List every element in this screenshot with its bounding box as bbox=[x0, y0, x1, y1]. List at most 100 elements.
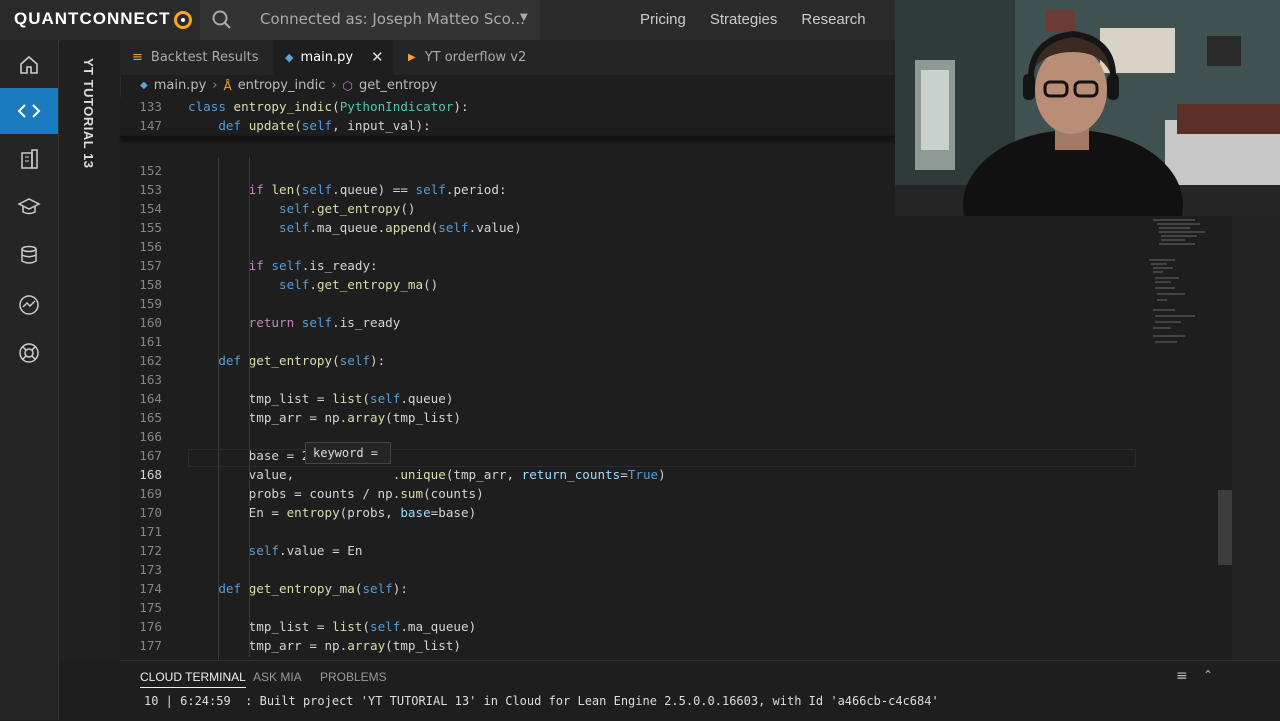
chevron-down-icon: ▼ bbox=[520, 12, 528, 23]
code-line[interactable]: tmp_list = list(self.ma_queue) bbox=[188, 619, 477, 634]
line-number: 163 bbox=[139, 371, 162, 387]
chevron-right-icon: › bbox=[212, 78, 218, 93]
line-number: 164 bbox=[139, 390, 162, 406]
line-number: 152 bbox=[139, 162, 162, 178]
project-name[interactable]: YT TUTORIAL 13 bbox=[81, 58, 96, 169]
minimap[interactable] bbox=[1145, 216, 1220, 356]
tab-label: main.py bbox=[300, 50, 354, 65]
code-line[interactable]: tmp_arr = np.array(tmp_list) bbox=[188, 638, 461, 653]
graduation-cap-icon bbox=[17, 198, 41, 215]
line-number: 162 bbox=[139, 352, 162, 368]
editor-tabs: ≡ Backtest Results ◆ main.py ✕ ▶ YT orde… bbox=[120, 40, 895, 75]
line-number: 155 bbox=[139, 219, 162, 235]
code-line[interactable]: return self.is_ready bbox=[188, 315, 401, 330]
line-number: 171 bbox=[139, 523, 162, 539]
tab-main-py[interactable]: ◆ main.py ✕ bbox=[273, 40, 393, 75]
close-icon[interactable]: ✕ bbox=[371, 48, 384, 66]
parameter-hint-tooltip: keyword = bbox=[305, 442, 391, 464]
line-number: 170 bbox=[139, 504, 162, 520]
search-button[interactable] bbox=[200, 0, 244, 40]
code-line[interactable]: if self.is_ready: bbox=[188, 258, 378, 273]
code-line[interactable]: self.get_entropy() bbox=[188, 201, 416, 216]
tab-problems[interactable]: PROBLEMS bbox=[320, 670, 387, 684]
line-number: 156 bbox=[139, 238, 162, 254]
indent-guide bbox=[218, 157, 219, 660]
tab-ask-mia[interactable]: ASK MIA bbox=[253, 670, 302, 684]
line-number: 168 bbox=[139, 466, 162, 482]
line-number: 166 bbox=[139, 428, 162, 444]
line-number: 161 bbox=[139, 333, 162, 349]
rail-building-button[interactable] bbox=[0, 136, 58, 182]
chart-circle-icon bbox=[19, 295, 39, 315]
minimap-preview bbox=[1149, 219, 1205, 343]
line-number: 176 bbox=[139, 618, 162, 634]
list-icon: ≡ bbox=[132, 50, 143, 65]
nav-pricing[interactable]: Pricing bbox=[640, 11, 686, 28]
python-icon: ◆ bbox=[140, 80, 148, 91]
code-brackets-icon bbox=[17, 104, 41, 118]
top-nav: Pricing Strategies Research bbox=[640, 11, 866, 28]
vertical-scrollbar[interactable] bbox=[1218, 216, 1232, 660]
tab-yt-orderflow[interactable]: ▶ YT orderflow v2 bbox=[396, 40, 536, 75]
webcam-overlay bbox=[895, 0, 1280, 216]
account-dropdown[interactable]: Connected as: Joseph Matteo Sco... ▼ bbox=[244, 0, 540, 40]
line-number: 177 bbox=[139, 638, 162, 653]
line-number: 153 bbox=[139, 181, 162, 197]
sticky-scroll-divider bbox=[120, 136, 895, 138]
lifebuoy-icon bbox=[19, 343, 39, 363]
left-rail bbox=[0, 40, 59, 720]
presenter-video bbox=[895, 0, 1280, 216]
python-icon: ◆ bbox=[285, 51, 294, 64]
breadcrumb: ◆ main.py › Å entropy_indic › ⬡ get_entr… bbox=[140, 78, 437, 93]
chevron-up-icon[interactable]: ⌃ bbox=[1203, 668, 1213, 682]
code-line[interactable]: self.value = En bbox=[188, 543, 363, 558]
line-number: 165 bbox=[139, 409, 162, 425]
rail-data-button[interactable] bbox=[0, 232, 58, 278]
code-line[interactable]: if len(self.queue) == self.period: bbox=[188, 182, 507, 197]
line-number: 157 bbox=[139, 257, 162, 273]
logo-text: QUANTCONNECT bbox=[14, 9, 171, 28]
line-number: 133 bbox=[139, 99, 162, 114]
database-icon bbox=[21, 245, 37, 264]
tab-backtest-results[interactable]: ≡ Backtest Results bbox=[120, 40, 270, 75]
tab-label: Backtest Results bbox=[150, 50, 259, 65]
code-line[interactable]: self.get_entropy_ma() bbox=[188, 277, 438, 292]
rail-support-button[interactable] bbox=[0, 330, 58, 376]
rail-home-button[interactable] bbox=[0, 42, 58, 88]
breadcrumb-method[interactable]: get_entropy bbox=[359, 78, 437, 93]
class-symbol-icon: Å bbox=[223, 78, 232, 93]
building-icon bbox=[21, 149, 38, 169]
clear-terminal-icon[interactable]: ≡ bbox=[1176, 668, 1188, 684]
line-number: 158 bbox=[139, 276, 162, 292]
indent-guide bbox=[249, 157, 250, 657]
line-number: 175 bbox=[139, 599, 162, 615]
breadcrumb-class[interactable]: entropy_indic bbox=[238, 78, 326, 93]
home-icon bbox=[20, 55, 38, 74]
scrollbar-thumb[interactable] bbox=[1218, 490, 1232, 565]
line-number: 174 bbox=[139, 580, 162, 596]
rail-learn-button[interactable] bbox=[0, 184, 58, 230]
play-icon: ▶ bbox=[408, 52, 416, 63]
tab-cloud-terminal[interactable]: CLOUD TERMINAL bbox=[140, 670, 246, 688]
breadcrumb-file[interactable]: main.py bbox=[154, 78, 207, 93]
code-line[interactable]: tmp_list = list(self.queue) bbox=[188, 391, 454, 406]
rail-code-button[interactable] bbox=[0, 88, 58, 134]
tab-label: YT orderflow v2 bbox=[424, 50, 527, 65]
code-line[interactable]: def get_entropy_ma(self): bbox=[188, 581, 408, 596]
terminal-output-line: 10 | 6:24:59 : Built project 'YT TUTORIA… bbox=[144, 694, 939, 708]
code-line[interactable]: self.ma_queue.append(self.value) bbox=[188, 220, 522, 235]
line-number: 167 bbox=[139, 447, 162, 463]
nav-strategies[interactable]: Strategies bbox=[710, 11, 778, 28]
code-line[interactable]: class entropy_indic(PythonIndicator): bbox=[188, 99, 469, 114]
line-number: 172 bbox=[139, 542, 162, 558]
code-line[interactable]: En = entropy(probs, base=base) bbox=[188, 505, 477, 520]
nav-research[interactable]: Research bbox=[801, 11, 865, 28]
line-number: 159 bbox=[139, 295, 162, 311]
line-number: 160 bbox=[139, 314, 162, 330]
quantconnect-logo[interactable]: QUANTCONNECT bbox=[14, 9, 192, 29]
code-line[interactable]: tmp_arr = np.array(tmp_list) bbox=[188, 410, 461, 425]
code-line[interactable]: def update(self, input_val): bbox=[188, 118, 430, 133]
code-line[interactable]: probs = counts / np.sum(counts) bbox=[188, 486, 484, 501]
code-line[interactable]: value, .unique(tmp_arr, return_counts=Tr… bbox=[188, 467, 666, 482]
rail-charts-button[interactable] bbox=[0, 282, 58, 328]
